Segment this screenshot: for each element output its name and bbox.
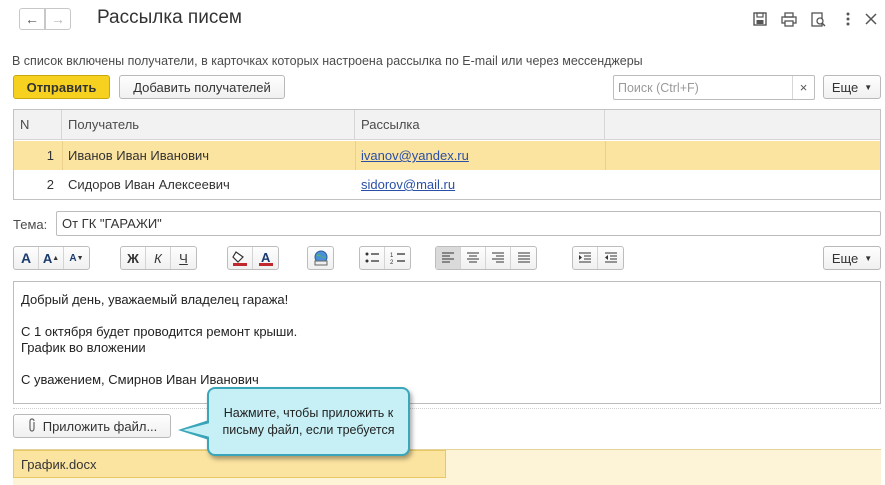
attachments-list: График.docx bbox=[13, 449, 881, 485]
italic-icon[interactable]: К bbox=[146, 247, 171, 269]
column-header-n[interactable]: N bbox=[14, 110, 62, 140]
align-center-icon[interactable] bbox=[461, 247, 486, 269]
table-row[interactable]: 2 Сидоров Иван Алексеевич sidorov@mail.r… bbox=[14, 170, 880, 199]
body-line: Добрый день, уважаемый владелец гаража! bbox=[21, 292, 289, 307]
divider bbox=[13, 408, 881, 409]
align-justify-icon[interactable] bbox=[511, 247, 536, 269]
underline-icon[interactable]: Ч bbox=[171, 247, 196, 269]
table-row[interactable]: 1 Иванов Иван Иванович ivanov@yandex.ru bbox=[14, 141, 880, 170]
more-label: Еще bbox=[831, 250, 859, 266]
subject-field[interactable]: От ГК "ГАРАЖИ" bbox=[56, 211, 881, 236]
recipient-name: Сидоров Иван Алексеевич bbox=[68, 177, 230, 192]
more-vertical-icon[interactable] bbox=[839, 10, 857, 28]
indent-group bbox=[572, 246, 624, 270]
subject-value: От ГК "ГАРАЖИ" bbox=[62, 216, 162, 231]
font-size-group: A A ▲ A ▼ bbox=[13, 246, 90, 270]
arrow-right-icon: → bbox=[51, 11, 65, 27]
svg-text:2: 2 bbox=[390, 260, 394, 265]
background-color-icon[interactable] bbox=[228, 247, 253, 269]
attach-file-label: Приложить файл... bbox=[42, 418, 158, 434]
insert-image-group bbox=[307, 246, 334, 270]
svg-text:A: A bbox=[261, 250, 271, 265]
font-decrease-icon[interactable]: A ▼ bbox=[64, 247, 89, 269]
info-text: В список включены получатели, в карточка… bbox=[12, 54, 643, 68]
print-icon[interactable] bbox=[780, 10, 798, 28]
font-increase-icon[interactable]: A ▲ bbox=[39, 247, 64, 269]
bold-icon[interactable]: Ж bbox=[121, 247, 146, 269]
attachment-filename: График.docx bbox=[21, 457, 97, 472]
column-header-recipient[interactable]: Получатель bbox=[62, 110, 355, 140]
search-input[interactable] bbox=[614, 76, 792, 99]
mailing-link[interactable]: sidorov@mail.ru bbox=[361, 170, 455, 199]
color-group: A bbox=[227, 246, 279, 270]
more-label: Еще bbox=[831, 79, 859, 95]
text-color-icon[interactable]: A bbox=[253, 247, 278, 269]
body-line bbox=[21, 356, 873, 372]
back-button[interactable]: ← bbox=[19, 8, 45, 30]
align-right-icon[interactable] bbox=[486, 247, 511, 269]
callout-line: Нажмите, чтобы приложить к bbox=[223, 405, 394, 420]
format-more-button[interactable]: Еще ▼ bbox=[823, 246, 881, 270]
paperclip-icon bbox=[27, 417, 37, 435]
row-number: 1 bbox=[46, 148, 54, 163]
arrow-left-icon: ← bbox=[25, 11, 39, 27]
clear-search-button[interactable]: × bbox=[792, 76, 814, 99]
save-icon[interactable] bbox=[751, 10, 769, 28]
close-icon[interactable] bbox=[862, 10, 880, 28]
recipient-name: Иванов Иван Иванович bbox=[68, 148, 210, 163]
row-number: 2 bbox=[46, 177, 54, 192]
forward-button[interactable]: → bbox=[45, 8, 71, 30]
callout-arrow-fill bbox=[183, 423, 210, 437]
body-line: С 1 октября будет проводится ремонт крыш… bbox=[21, 324, 298, 339]
send-button[interactable]: Отправить bbox=[13, 75, 110, 99]
subject-label: Тема: bbox=[13, 217, 48, 232]
more-button[interactable]: Еще ▼ bbox=[823, 75, 881, 99]
body-line: График во вложении bbox=[21, 340, 146, 355]
chevron-down-icon: ▼ bbox=[864, 82, 873, 92]
font-icon[interactable]: A bbox=[14, 247, 39, 269]
attach-file-button[interactable]: Приложить файл... bbox=[13, 414, 171, 438]
list-group: 12 bbox=[359, 246, 411, 270]
body-line: С уважением, Смирнов Иван Иванович bbox=[21, 372, 259, 387]
help-callout: Нажмите, чтобы приложить к письму файл, … bbox=[207, 387, 410, 456]
add-recipients-button[interactable]: Добавить получателей bbox=[119, 75, 285, 99]
page-title: Рассылка писем bbox=[97, 7, 242, 28]
message-body-editor[interactable]: Добрый день, уважаемый владелец гаража! … bbox=[13, 281, 881, 404]
close-icon: × bbox=[799, 80, 808, 95]
indent-decrease-icon[interactable] bbox=[598, 247, 623, 269]
recipients-table: N Получатель Рассылка 1 Иванов Иван Иван… bbox=[13, 109, 881, 200]
text-style-group: Ж К Ч bbox=[120, 246, 197, 270]
insert-image-icon[interactable] bbox=[308, 247, 333, 269]
callout-line: письму файл, если требуется bbox=[222, 422, 395, 437]
preview-icon[interactable] bbox=[809, 10, 827, 28]
svg-text:1: 1 bbox=[390, 253, 394, 259]
mailing-link[interactable]: ivanov@yandex.ru bbox=[361, 141, 469, 170]
numbered-list-icon[interactable]: 12 bbox=[385, 247, 410, 269]
column-header-mailing[interactable]: Рассылка bbox=[355, 110, 605, 140]
bullet-list-icon[interactable] bbox=[360, 247, 385, 269]
alignment-group bbox=[435, 246, 537, 270]
body-line bbox=[21, 308, 873, 324]
chevron-down-icon: ▼ bbox=[864, 253, 873, 263]
search-field[interactable]: × bbox=[613, 75, 815, 100]
indent-increase-icon[interactable] bbox=[573, 247, 598, 269]
table-header: N Получатель Рассылка bbox=[14, 110, 880, 140]
align-left-icon[interactable] bbox=[436, 247, 461, 269]
